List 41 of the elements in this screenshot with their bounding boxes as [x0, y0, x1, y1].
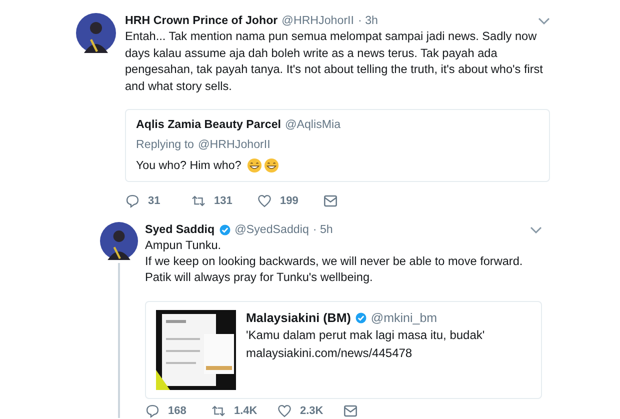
mention-link[interactable]: @HRHJohorII — [198, 138, 270, 151]
quote-text: You who? Him who? — [136, 159, 242, 172]
author-handle[interactable]: @HRHJohorII — [282, 14, 354, 27]
reply-icon — [145, 404, 160, 418]
heart-icon — [257, 194, 272, 208]
author-name: Aqlis Zamia Beauty Parcel — [136, 118, 281, 131]
link-card[interactable]: Malaysiakini (BM) @mkini_bm 'Kamu dalam perut mak lagi masa itu, budak' malaysiakini.com/news/445478 — [145, 301, 542, 399]
quoted-tweet[interactable]: Aqlis Zamia Beauty Parcel @AqlisMia Replying to @HRHJohorII You who? Him who? — [125, 109, 550, 182]
author-name[interactable]: Syed Saddiq — [145, 223, 215, 236]
chevron-icon[interactable] — [538, 16, 550, 24]
replying-label: Replying to — [136, 138, 194, 151]
retweet-button[interactable]: 1.4K — [211, 404, 277, 418]
card-title: Malaysiakini (BM) — [246, 311, 351, 325]
verified-badge-icon — [354, 312, 367, 324]
tweet-time[interactable]: · 3h — [358, 14, 378, 27]
like-button[interactable]: 2.3K — [277, 404, 343, 418]
card-url: malaysiakini.com/news/445478 — [246, 346, 414, 361]
chevron-icon[interactable] — [530, 226, 542, 234]
reply-icon — [125, 194, 140, 208]
tweet-text: Entah... Tak mention nama pun semua melompat sampai jadi news. Sadly now days kalau assume aja dah boleh write as a news terus. Tak payah ada pengesahan, tak payah tanya. It's not about telling the truth, it's about who's first and what story sells. — [125, 28, 544, 94]
retweet-icon — [191, 194, 206, 208]
mail-icon — [343, 404, 358, 418]
reply-button[interactable]: 168 — [145, 404, 211, 418]
author-name[interactable]: HRH Crown Prince of Johor — [125, 14, 278, 27]
tweet-time[interactable]: · 5h — [312, 223, 333, 236]
author-handle[interactable]: @SyedSaddiq — [234, 223, 309, 236]
grin-emoji-icon — [264, 158, 280, 173]
card-headline: 'Kamu dalam perut mak lagi masa itu, budak' — [246, 328, 485, 343]
card-handle: @mkini_bm — [370, 311, 438, 325]
like-button[interactable]: 199 — [257, 194, 323, 208]
tweet-text: Patik will always pray for Tunku's wellbeing. — [145, 269, 374, 285]
reply-button[interactable]: 31 — [125, 194, 191, 208]
author-handle: @AqlisMia — [284, 118, 341, 131]
verified-badge-icon — [218, 224, 231, 236]
tweet-text: Ampun Tunku. — [145, 237, 222, 253]
mail-icon — [323, 194, 338, 208]
retweet-icon — [211, 404, 226, 418]
tweet-text: If we keep on looking backwards, we will never be able to move forward. — [145, 253, 524, 269]
grin-emoji-icon — [247, 158, 262, 173]
heart-icon — [277, 404, 292, 418]
retweet-button[interactable]: 131 — [191, 194, 257, 208]
